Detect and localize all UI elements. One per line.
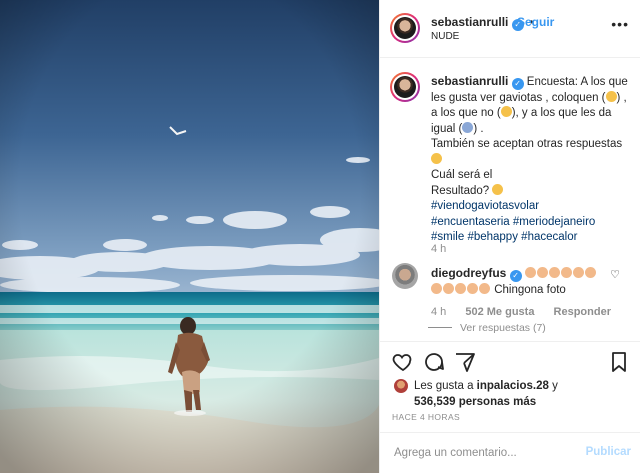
caption-text-1d: ) . <box>473 122 484 135</box>
likes-text: Les gusta a inpalacios.28 y 536,539 pers… <box>414 378 634 410</box>
replies-divider <box>428 327 452 328</box>
hashtag-link[interactable]: #behappy <box>467 231 518 243</box>
hashtag-link[interactable]: #smile <box>431 231 464 243</box>
comment-icon[interactable] <box>422 350 446 374</box>
comment-input[interactable] <box>394 443 574 463</box>
add-comment-bar: Publicar <box>380 432 640 473</box>
caption-avatar[interactable] <box>390 72 420 102</box>
avatar[interactable] <box>390 13 420 43</box>
more-options-icon[interactable]: ••• <box>611 16 629 32</box>
heart-icon[interactable] <box>391 350 415 374</box>
likes-count[interactable]: 536,539 personas más <box>414 396 536 408</box>
thumbs-up-icon <box>605 90 617 102</box>
bookmark-icon[interactable] <box>607 350 631 374</box>
hashtag-link[interactable]: #viendogaviotasvolar <box>431 200 539 212</box>
publish-button[interactable]: Publicar <box>586 446 631 458</box>
post-timestamp[interactable]: HACE 4 HORAS <box>392 412 460 422</box>
comment-item: diegodreyfus ✓ Chingona foto <box>431 265 601 298</box>
verified-badge-icon: ✓ <box>509 270 522 282</box>
comment-like-icon[interactable]: ♡ <box>610 268 620 281</box>
view-replies-label[interactable]: Ver respuestas (7) <box>460 322 546 334</box>
action-bar <box>380 341 640 381</box>
hashtag-link[interactable]: #hacecalor <box>521 231 577 243</box>
clap-emojis <box>431 282 491 298</box>
hashtag-link[interactable]: #meriodejaneiro <box>513 216 595 228</box>
shrug-icon <box>462 121 474 133</box>
caption-text-3: Cuál será el <box>431 169 493 181</box>
comment-text: Chingona foto <box>494 284 566 296</box>
post-caption: sebastianrulli ✓ Encuesta: A los que les… <box>431 74 631 246</box>
likes-prefix: Les gusta a <box>414 380 474 392</box>
caption-time[interactable]: 4 h <box>431 243 446 255</box>
share-icon[interactable] <box>453 350 477 374</box>
thumbs-down-icon <box>500 106 512 117</box>
liker-username[interactable]: inpalacios.28 <box>477 380 549 392</box>
post-side-panel: sebastianrulli ✓ • Seguir NUDE ••• sebas… <box>379 0 640 473</box>
comment-avatar[interactable] <box>392 263 418 289</box>
reply-button[interactable]: Responder <box>554 306 611 318</box>
liker-avatar[interactable] <box>394 379 408 393</box>
clap-emojis <box>524 266 597 282</box>
author-username[interactable]: sebastianrulli <box>431 15 508 29</box>
comment-username[interactable]: diegodreyfus <box>431 266 506 280</box>
hashtag-link[interactable]: #encuentaseria <box>431 216 510 228</box>
verified-badge-icon: ✓ <box>511 78 524 90</box>
view-replies-button[interactable]: Ver respuestas (7) <box>428 322 546 334</box>
comment-likes[interactable]: 502 Me gusta <box>465 306 534 318</box>
likes-connector: y <box>552 380 558 392</box>
caption-username[interactable]: sebastianrulli <box>431 74 508 88</box>
beach-photo-image <box>0 0 379 473</box>
thinking-icon <box>492 183 504 195</box>
caption-text-2: También se aceptan otras respuestas <box>431 138 623 150</box>
follow-button[interactable]: Seguir <box>517 15 554 29</box>
likes-summary: Les gusta a inpalacios.28 y 536,539 pers… <box>394 378 634 410</box>
instagram-post-modal: sebastianrulli ✓ • Seguir NUDE ••• sebas… <box>0 0 640 473</box>
caption-text-4: Resultado? <box>431 184 490 197</box>
post-header: sebastianrulli ✓ • Seguir NUDE ••• <box>380 0 640 58</box>
post-photo[interactable] <box>0 0 379 473</box>
comment-meta: 4 h 502 Me gusta Responder <box>431 306 627 318</box>
grin-icon <box>431 152 442 164</box>
post-location[interactable]: NUDE <box>431 31 459 42</box>
comment-time[interactable]: 4 h <box>431 306 446 318</box>
